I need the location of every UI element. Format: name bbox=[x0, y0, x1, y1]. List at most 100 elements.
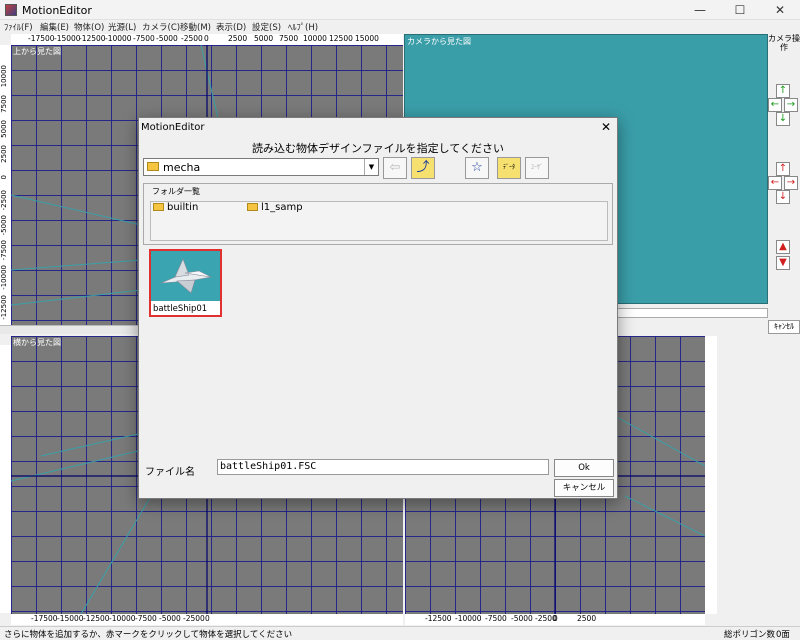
menu-settings[interactable]: 設定(S) bbox=[252, 21, 281, 33]
ruler-tick: -15000 bbox=[54, 34, 81, 43]
folder-icon bbox=[153, 203, 164, 211]
folder-up-icon: ⤴ bbox=[416, 160, 430, 175]
ruler-tick: -7500 bbox=[133, 34, 155, 43]
favorites-button[interactable]: ☆ bbox=[465, 157, 489, 179]
folder-item-label: l1_samp bbox=[261, 202, 303, 213]
ruler-tick: -2500 bbox=[181, 34, 203, 43]
camera-move-left-icon[interactable]: ← bbox=[768, 176, 782, 190]
ruler-tick: 7500 bbox=[279, 34, 299, 43]
data-folder-icon: ﾃﾞｰﾀ bbox=[502, 164, 515, 171]
ruler-tick: -12500 bbox=[0, 295, 8, 320]
folder-item-l1_samp[interactable]: l1_samp bbox=[247, 202, 303, 213]
ruler-tick: -7500 bbox=[485, 614, 507, 623]
camera-rotate-down-icon[interactable]: ↓ bbox=[776, 112, 790, 126]
camera-move-right-icon[interactable]: → bbox=[784, 176, 798, 190]
folder-list: builtin l1_samp bbox=[150, 201, 608, 241]
user-folder-icon: ﾕｰｻﾞ bbox=[530, 164, 543, 171]
filename-input[interactable]: battleShip01.FSC bbox=[217, 459, 549, 475]
open-design-file-dialog: MotionEditor ✕ 読み込む物体デザインファイルを指定してください m… bbox=[138, 117, 618, 499]
menu-edit[interactable]: 編集(E) bbox=[40, 21, 69, 33]
menu-move[interactable]: 移動(M) bbox=[180, 21, 211, 33]
ruler-tick: -7500 bbox=[135, 614, 157, 623]
ruler-tick: 0 bbox=[553, 614, 558, 623]
ruler-tick: -12500 bbox=[79, 34, 106, 43]
camera-cancel-button[interactable]: ｷｬﾝｾﾙ bbox=[768, 320, 800, 334]
ruler-tick: 0 bbox=[204, 34, 209, 43]
minimize-button[interactable]: — bbox=[680, 0, 720, 20]
ruler-tick: -12500 bbox=[83, 614, 110, 623]
menu-light[interactable]: 光源(L) bbox=[108, 21, 136, 33]
back-button[interactable]: ⇦ bbox=[383, 157, 407, 179]
battleship-thumbnail-image bbox=[151, 251, 220, 301]
camera-controls: カメラ操作 ↑ ← → ↓ ↑ ← → ↓ ▲ ▼ ｷｬﾝｾﾙ bbox=[768, 34, 800, 334]
top-view-v-ruler: 10000 7500 5000 2500 0 -2500 -5000 -7500… bbox=[0, 45, 11, 325]
camera-rotate-up-icon[interactable]: ↑ bbox=[776, 84, 790, 98]
front-view-v-ruler bbox=[705, 336, 717, 614]
side-view-h-ruler: -17500 -15000 -12500 -10000 -7500 -5000 … bbox=[11, 614, 403, 625]
dialog-close-button[interactable]: ✕ bbox=[601, 120, 611, 134]
filename-label: ファイル名 bbox=[145, 467, 195, 478]
parent-folder-button[interactable]: ⤴ bbox=[411, 157, 435, 179]
menu-camera[interactable]: カメラ(C) bbox=[142, 21, 180, 33]
ruler-tick: 0 bbox=[205, 614, 210, 623]
ruler-tick: 10000 bbox=[303, 34, 327, 43]
camera-rotate-right-icon[interactable]: → bbox=[784, 98, 798, 112]
title-bar: MotionEditor — ☐ ✕ bbox=[0, 0, 800, 20]
chevron-down-icon[interactable]: ▼ bbox=[364, 159, 378, 175]
close-button[interactable]: ✕ bbox=[760, 0, 800, 20]
ruler-tick: 2500 bbox=[577, 614, 597, 623]
folder-list-label: フォルダ一覧 bbox=[152, 187, 200, 196]
camera-rotate-left-icon[interactable]: ← bbox=[768, 98, 782, 112]
ok-button[interactable]: Ok bbox=[554, 459, 614, 477]
ruler-tick: -10000 bbox=[105, 34, 132, 43]
folder-select[interactable]: mecha ▼ bbox=[143, 158, 379, 176]
ruler-tick: -2500 bbox=[0, 190, 8, 211]
folder-icon bbox=[247, 203, 258, 211]
ruler-tick: -17500 bbox=[31, 614, 58, 623]
ruler-tick: 15000 bbox=[355, 34, 379, 43]
camera-move-up-icon[interactable]: ↑ bbox=[776, 162, 790, 176]
menu-help[interactable]: ﾍﾙﾌﾟ(H) bbox=[288, 21, 318, 33]
ruler-tick: -2500 bbox=[183, 614, 205, 623]
menu-bar: ﾌｧｲﾙ(F) 編集(E) 物体(O) 光源(L) カメラ(C) 移動(M) 表… bbox=[0, 20, 800, 34]
menu-view[interactable]: 表示(D) bbox=[216, 21, 246, 33]
cancel-button[interactable]: キャンセル bbox=[554, 479, 614, 497]
ruler-tick: 5000 bbox=[0, 120, 8, 138]
ruler-tick: -10000 bbox=[455, 614, 482, 623]
ruler-tick: 10000 bbox=[0, 65, 8, 88]
polygon-count-value: 0面 bbox=[776, 630, 790, 640]
spaceship-icon bbox=[160, 258, 212, 294]
star-icon: ☆ bbox=[471, 160, 483, 175]
ruler-tick: -10000 bbox=[0, 265, 8, 290]
window-title: MotionEditor bbox=[22, 4, 92, 17]
camera-zoom-in-icon[interactable]: ▲ bbox=[776, 240, 790, 254]
ruler-tick: -12500 bbox=[425, 614, 452, 623]
maximize-button[interactable]: ☐ bbox=[720, 0, 760, 20]
ruler-tick: -5000 bbox=[159, 614, 181, 623]
camera-zoom-out-icon[interactable]: ▼ bbox=[776, 256, 790, 270]
ruler-tick: 12500 bbox=[329, 34, 353, 43]
status-message: さらに物体を追加するか、赤マークをクリックして物体を選択してください bbox=[4, 630, 293, 640]
back-arrow-icon: ⇦ bbox=[389, 160, 401, 175]
ruler-tick: -15000 bbox=[57, 614, 84, 623]
folder-item-builtin[interactable]: builtin bbox=[153, 202, 198, 213]
front-view-h-ruler: -12500 -10000 -7500 -5000 -2500 0 2500 bbox=[405, 614, 705, 625]
ruler-tick: 2500 bbox=[228, 34, 248, 43]
data-folder-button[interactable]: ﾃﾞｰﾀ bbox=[497, 157, 521, 179]
folder-icon bbox=[147, 162, 159, 171]
ruler-tick: 5000 bbox=[254, 34, 274, 43]
ruler-tick: 0 bbox=[0, 175, 8, 180]
file-item-battleship01[interactable]: battleShip01 bbox=[149, 249, 222, 317]
menu-object[interactable]: 物体(O) bbox=[74, 21, 104, 33]
ruler-tick: -5000 bbox=[511, 614, 533, 623]
menu-file[interactable]: ﾌｧｲﾙ(F) bbox=[4, 21, 33, 33]
folder-select-value: mecha bbox=[163, 161, 201, 174]
camera-move-down-icon[interactable]: ↓ bbox=[776, 190, 790, 204]
polygon-count-label: 総ポリゴン数 bbox=[724, 630, 776, 640]
ruler-tick: 2500 bbox=[0, 145, 8, 163]
ruler-tick: 7500 bbox=[0, 95, 8, 113]
user-folder-button[interactable]: ﾕｰｻﾞ bbox=[525, 157, 549, 179]
folder-item-label: builtin bbox=[167, 202, 199, 213]
file-list: battleShip01 bbox=[143, 247, 613, 455]
camera-controls-label: カメラ操作 bbox=[768, 34, 800, 52]
